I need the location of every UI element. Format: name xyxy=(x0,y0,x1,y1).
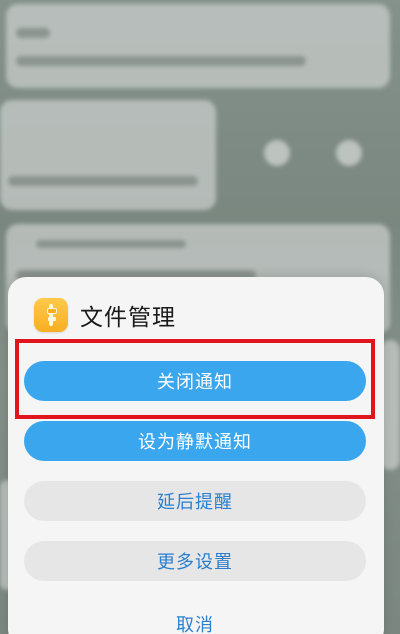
notification-options-sheet: 文件管理 关闭通知 设为静默通知 延后提醒 更多设置 取消 xyxy=(8,277,384,634)
more-settings-button[interactable]: 更多设置 xyxy=(24,541,366,581)
silent-notifications-button[interactable]: 设为静默通知 xyxy=(24,421,366,461)
sheet-header: 文件管理 xyxy=(34,297,176,333)
app-name: 文件管理 xyxy=(80,305,176,331)
remind-later-button[interactable]: 延后提醒 xyxy=(24,481,366,521)
cancel-button[interactable]: 取消 xyxy=(24,604,366,634)
screen: 文件管理 关闭通知 设为静默通知 延后提醒 更多设置 取消 xyxy=(0,0,400,634)
close-notifications-button[interactable]: 关闭通知 xyxy=(24,361,366,401)
file-manager-icon xyxy=(34,298,68,332)
